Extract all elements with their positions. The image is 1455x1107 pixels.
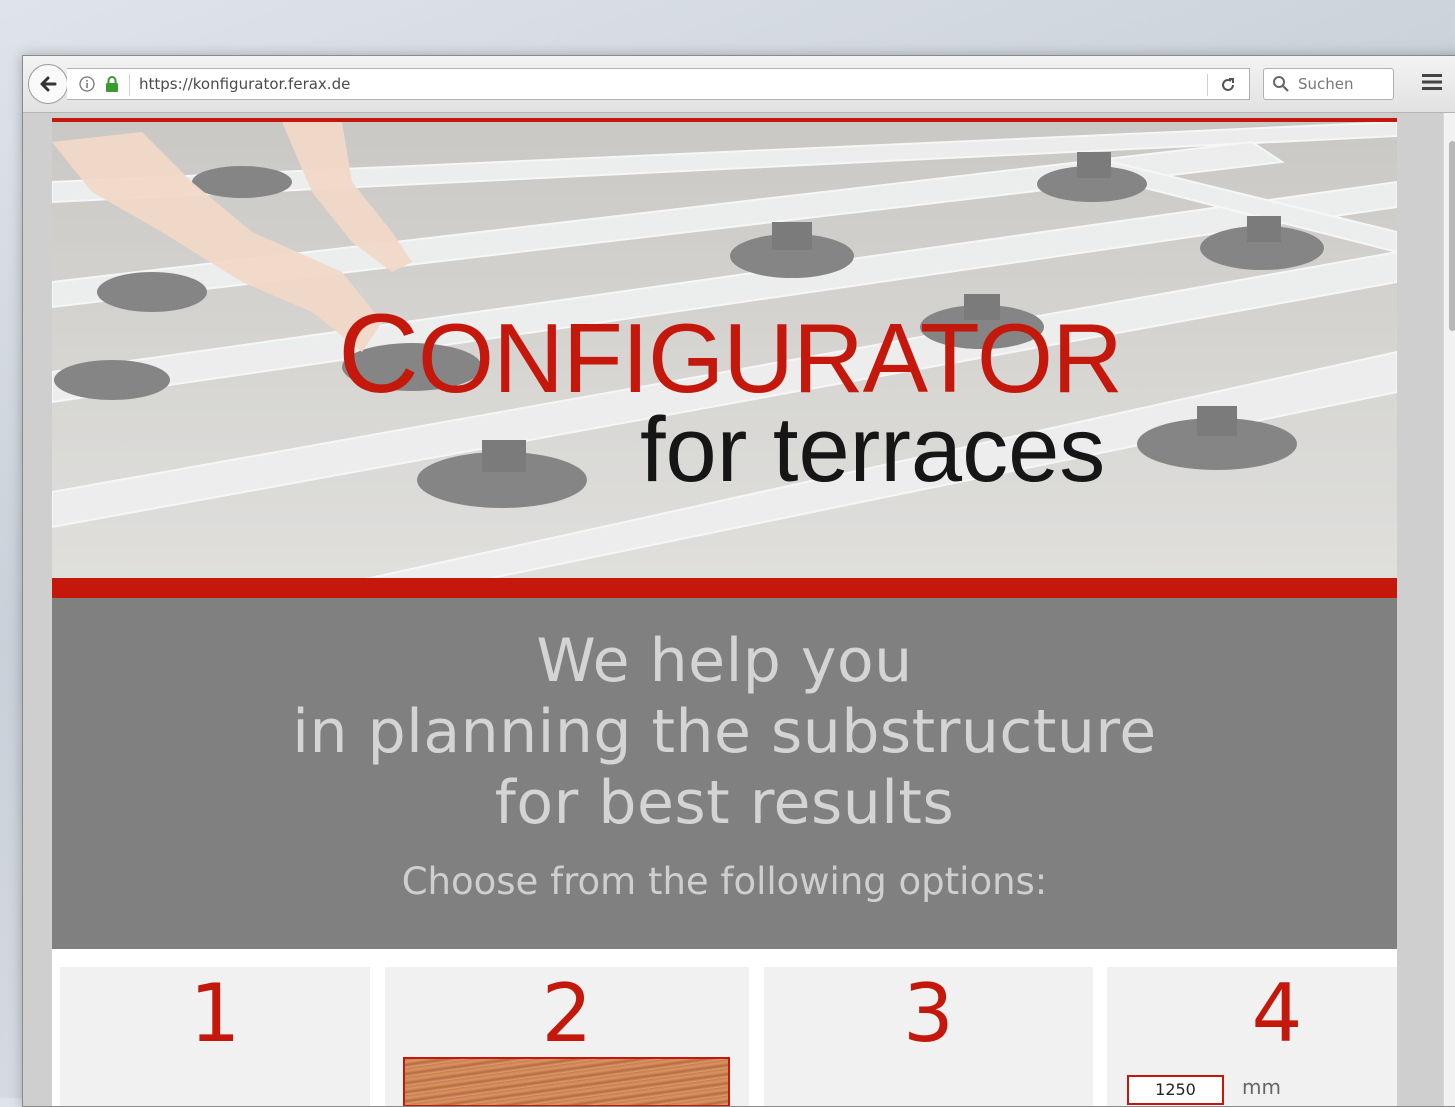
option-card-2[interactable]: 2	[385, 967, 749, 1106]
red-divider	[52, 578, 1397, 598]
reload-icon[interactable]	[1219, 76, 1237, 94]
browser-toolbar: https://konfigurator.ferax.de Suchen	[23, 56, 1455, 113]
address-bar[interactable]: https://konfigurator.ferax.de	[67, 68, 1250, 100]
option-number: 4	[1251, 967, 1303, 1060]
page-viewport[interactable]: CONFIGURATOR for terraces We help you in…	[23, 113, 1443, 1106]
search-field[interactable]: Suchen	[1263, 68, 1394, 100]
hero-title: CONFIGURATOR	[338, 291, 1123, 416]
option-number: 1	[189, 967, 241, 1060]
wood-board-image	[403, 1057, 730, 1106]
choose-options-text: Choose from the following options:	[401, 860, 1048, 903]
hero-subtitle: for terraces	[640, 399, 1106, 501]
intro-line-3: for best results	[494, 768, 955, 838]
hero-banner: CONFIGURATOR for terraces	[52, 118, 1397, 578]
back-button[interactable]	[28, 64, 68, 104]
intro-line-1: We help you	[536, 626, 913, 696]
dimension-input[interactable]: 1250	[1127, 1075, 1224, 1105]
option-number: 3	[903, 967, 954, 1060]
search-placeholder: Suchen	[1298, 75, 1354, 93]
option-card-1[interactable]: 1	[60, 967, 370, 1106]
option-card-3[interactable]: 3	[764, 967, 1093, 1106]
arrow-left-icon	[40, 76, 57, 92]
lock-icon[interactable]	[105, 75, 119, 93]
browser-window: https://konfigurator.ferax.de Suchen CON…	[22, 55, 1455, 1107]
search-icon	[1273, 76, 1289, 92]
intro-line-2: in planning the substructure	[292, 697, 1157, 767]
options-row: 1 2 3 4 1250 mm	[52, 949, 1397, 1106]
intro-headline: We help you in planning the substructure…	[52, 626, 1397, 839]
url-separator	[129, 74, 130, 96]
option-card-4[interactable]: 4 1250 mm	[1107, 967, 1397, 1106]
option-number: 2	[541, 967, 593, 1060]
vertical-scrollbar[interactable]	[1443, 113, 1455, 1106]
configurator-page: CONFIGURATOR for terraces We help you in…	[52, 118, 1397, 1106]
info-icon[interactable]	[79, 76, 95, 92]
hamburger-menu-icon[interactable]	[1421, 72, 1443, 92]
intro-panel: We help you in planning the substructure…	[52, 598, 1397, 949]
scrollbar-thumb[interactable]	[1449, 141, 1455, 331]
dimension-unit: mm	[1242, 1075, 1281, 1099]
url-text[interactable]: https://konfigurator.ferax.de	[139, 75, 350, 93]
reload-separator	[1207, 74, 1208, 96]
